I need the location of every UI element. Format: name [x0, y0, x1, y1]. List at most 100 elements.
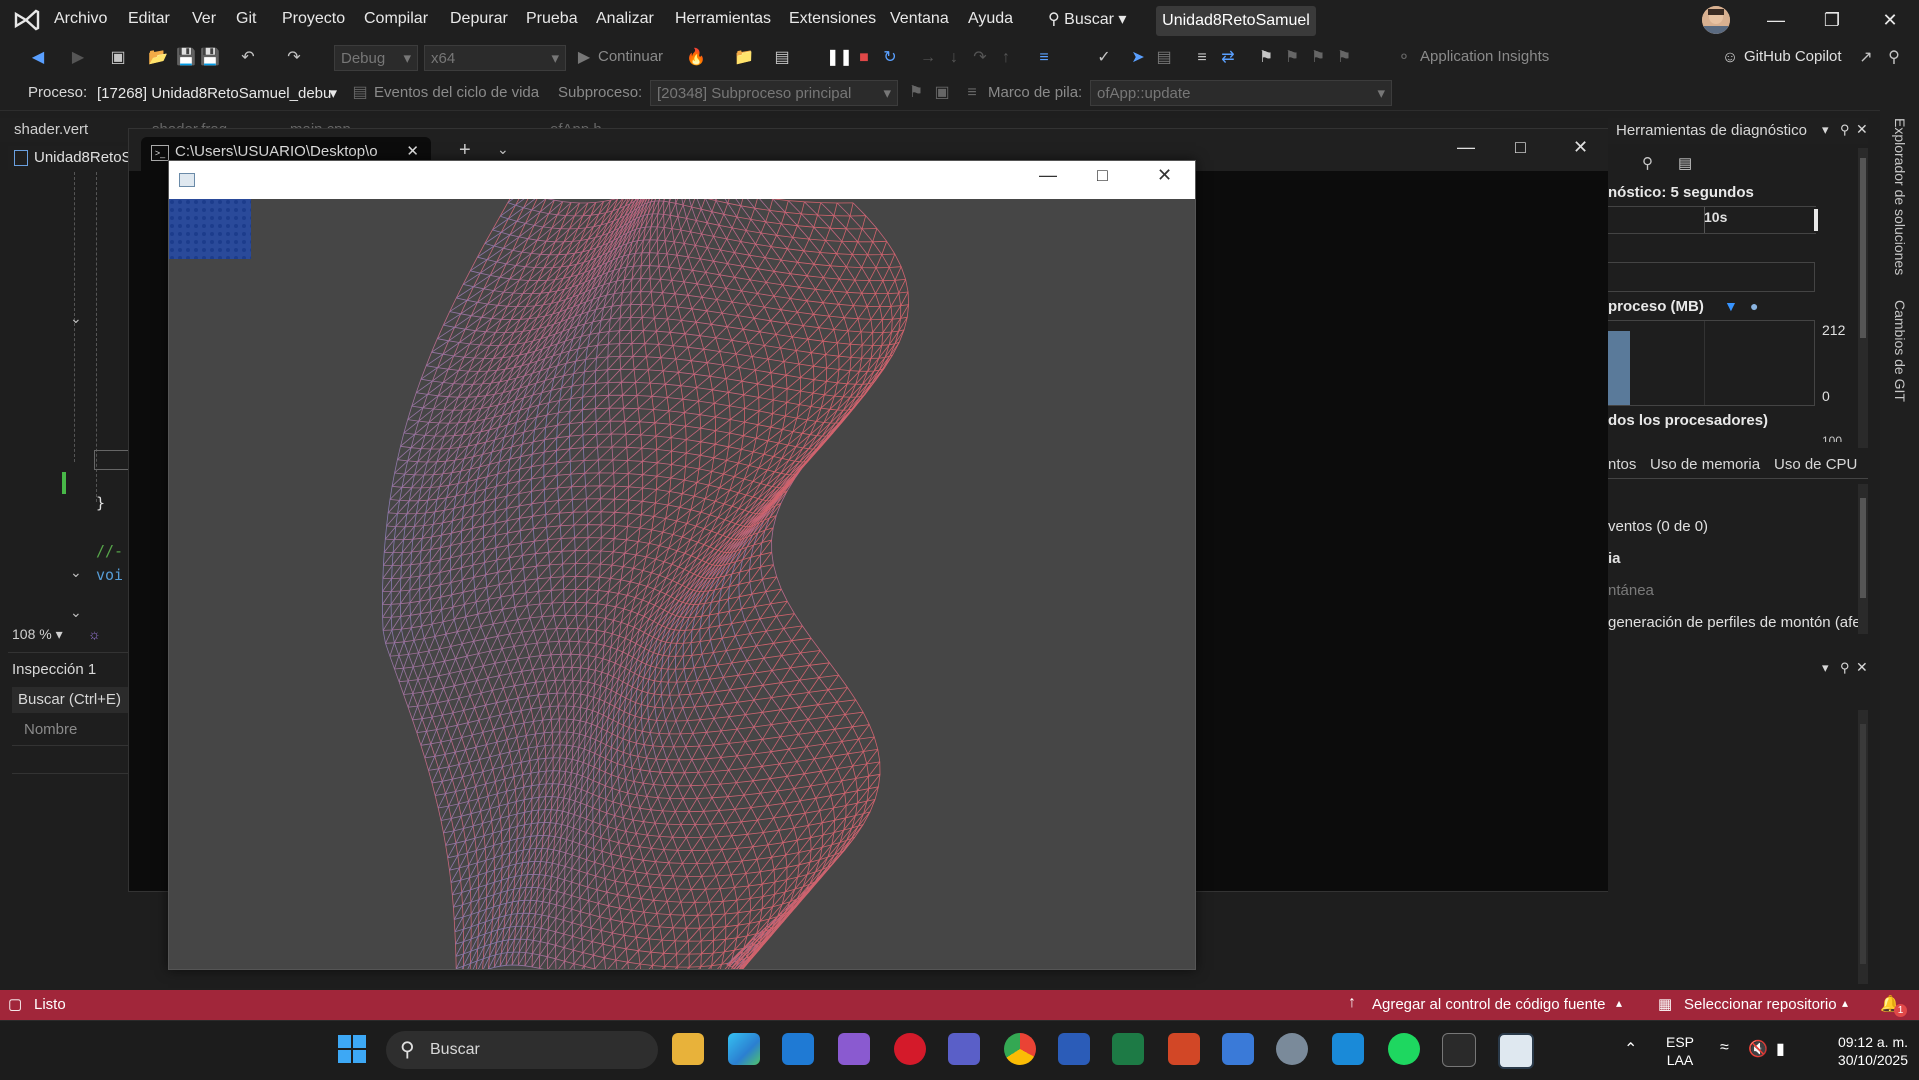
restore-button[interactable]: ❐	[1818, 8, 1846, 32]
active-document-tab[interactable]: Unidad8RetoS	[8, 146, 132, 170]
system-clock[interactable]: 09:12 a. m. 30/10/2025	[1808, 1033, 1908, 1069]
volume-muted-icon[interactable]: 🔇	[1748, 1039, 1768, 1059]
teams-icon[interactable]	[948, 1033, 980, 1065]
collapse-chevron-icon[interactable]: ⌄	[70, 604, 82, 621]
feedback-icon[interactable]: ⚲	[1884, 48, 1904, 68]
chrome-icon[interactable]	[1004, 1033, 1036, 1065]
pin-icon[interactable]: ⚲	[1840, 122, 1850, 138]
solution-explorer-tab[interactable]: Explorador de soluciones	[1892, 118, 1908, 275]
bookmark-icon[interactable]: ⚑	[1256, 48, 1276, 68]
menu-depurar[interactable]: Depurar	[450, 10, 508, 28]
menu-analizar[interactable]: Analizar	[596, 10, 654, 28]
app-minimize-button[interactable]: —	[1039, 165, 1057, 186]
close-button[interactable]: ✕	[1876, 8, 1904, 32]
save-all-icon[interactable]: 💾	[200, 48, 220, 68]
tab-events[interactable]: ntos	[1608, 456, 1636, 473]
app-maximize-button[interactable]: □	[1097, 165, 1108, 186]
minimize-button[interactable]: —	[1762, 8, 1790, 32]
add-source-control-button[interactable]: Agregar al control de código fuente	[1372, 996, 1606, 1013]
hot-reload-icon[interactable]: 🔥	[686, 48, 706, 68]
open-folder-icon[interactable]: 📂	[148, 48, 168, 68]
stop-icon[interactable]: ■	[854, 48, 874, 68]
store-icon[interactable]	[1222, 1033, 1254, 1065]
zoom-out-icon[interactable]: ⚲	[1642, 154, 1653, 172]
chevron-up-icon[interactable]: ⌃	[1624, 1039, 1637, 1059]
indent-icon[interactable]: ≡	[1192, 48, 1212, 68]
collapse-chevron-icon[interactable]: ⌄	[70, 310, 82, 327]
menu-compilar[interactable]: Compilar	[364, 10, 428, 28]
navigate-forward-icon[interactable]: ▶	[68, 48, 88, 68]
zoom-level-select[interactable]: 108 % ▾	[12, 626, 63, 643]
restart-icon[interactable]: ↻	[880, 48, 900, 68]
window-icon[interactable]: ▤	[1154, 48, 1174, 68]
tab-memory-usage[interactable]: Uso de memoria	[1650, 456, 1760, 473]
next-bookmark-icon[interactable]: ⚑	[1308, 48, 1328, 68]
prev-bookmark-icon[interactable]: ⚑	[1282, 48, 1302, 68]
bar-chart-icon[interactable]: ▤	[1678, 154, 1692, 172]
play-icon[interactable]: ▶	[574, 48, 594, 68]
collapse-chevron-icon[interactable]: ⌄	[70, 564, 82, 581]
render-canvas[interactable]	[169, 199, 1195, 969]
chevron-down-icon[interactable]: ⌄	[497, 141, 509, 158]
config-select[interactable]: Debug ▾	[334, 45, 418, 71]
visual-studio-icon[interactable]	[838, 1033, 870, 1065]
visual-studio-logo-icon[interactable]	[12, 6, 42, 34]
chevron-down-icon[interactable]: ▾	[1822, 122, 1829, 138]
thread-select[interactable]: [20348] Subproceso principal ▾	[650, 80, 898, 106]
menu-git[interactable]: Git	[236, 10, 256, 28]
share-icon[interactable]: ↗	[1856, 48, 1876, 68]
copilot-icon[interactable]: ☼	[88, 626, 101, 642]
code-map-icon[interactable]: ≡	[1034, 48, 1054, 68]
clear-bookmarks-icon[interactable]: ⚑	[1334, 48, 1354, 68]
lifecycle-events-button[interactable]: Eventos del ciclo de vida	[374, 80, 539, 106]
navigate-back-icon[interactable]: ◀	[28, 48, 48, 68]
pin-icon[interactable]: ⚲	[1840, 660, 1850, 676]
step-out-icon[interactable]: ↑	[996, 48, 1016, 68]
stack-frame-select[interactable]: ofApp::update ▾	[1090, 80, 1392, 106]
continue-button[interactable]: Continuar	[598, 44, 663, 70]
app-icon[interactable]	[1332, 1033, 1364, 1065]
settings-gear-icon[interactable]	[1276, 1033, 1308, 1065]
opera-icon[interactable]	[894, 1033, 926, 1065]
threads-icon[interactable]: ▣	[932, 83, 952, 103]
events-count[interactable]: ventos (0 de 0)	[1608, 518, 1708, 535]
search-button[interactable]: ⚲ Buscar ▾	[1048, 6, 1126, 34]
timeline-cursor[interactable]	[1814, 209, 1818, 231]
snapshot-icon[interactable]: ●	[1750, 298, 1758, 314]
layout-icon[interactable]: ▤	[772, 48, 792, 68]
chevron-down-icon[interactable]: ▾	[1822, 660, 1829, 676]
file-explorer-icon[interactable]	[672, 1033, 704, 1065]
code-editor[interactable]: ⌄ } //- ⌄ voi ⌄	[8, 172, 130, 624]
edge-browser-icon[interactable]	[728, 1033, 760, 1065]
take-snapshot-button[interactable]: ntánea	[1608, 582, 1654, 599]
vscode-icon[interactable]	[782, 1033, 814, 1065]
scrollbar[interactable]	[1858, 710, 1868, 984]
app-insights-button[interactable]: Application Insights	[1420, 44, 1549, 70]
spell-check-icon[interactable]: ✓	[1094, 48, 1114, 68]
scrollbar[interactable]	[1858, 484, 1868, 634]
excel-icon[interactable]	[1112, 1033, 1144, 1065]
platform-select[interactable]: x64 ▾	[424, 45, 566, 71]
close-icon[interactable]: ✕	[1856, 121, 1868, 138]
comment-icon[interactable]: ⇄	[1218, 48, 1238, 68]
menu-archivo[interactable]: Archivo	[54, 10, 107, 28]
menu-ayuda[interactable]: Ayuda	[968, 10, 1013, 28]
copilot-icon[interactable]: ☺	[1720, 48, 1740, 68]
folder-icon[interactable]: 📁	[734, 48, 754, 68]
tab-shader-vert[interactable]: shader.vert	[6, 118, 96, 142]
console-minimize-button[interactable]: —	[1457, 137, 1475, 158]
menu-herramientas[interactable]: Herramientas	[675, 10, 771, 28]
app-titlebar[interactable]: — □ ✕	[169, 161, 1195, 199]
console-maximize-button[interactable]: □	[1515, 137, 1526, 158]
input-language[interactable]: ESP LAA	[1662, 1033, 1698, 1069]
new-project-icon[interactable]: ▣	[108, 48, 128, 68]
tab-cpu-usage[interactable]: Uso de CPU	[1774, 456, 1857, 473]
step-into-icon[interactable]: ↓	[944, 48, 964, 68]
step-over-icon[interactable]: ↷	[970, 48, 990, 68]
battery-icon[interactable]: ▮	[1776, 1039, 1785, 1059]
pause-icon[interactable]: ❚❚	[826, 48, 853, 68]
new-tab-icon[interactable]: +	[459, 139, 471, 162]
heap-profiling-option[interactable]: generación de perfiles de montón (afec	[1608, 614, 1868, 631]
save-icon[interactable]: 💾	[176, 48, 196, 68]
powerpoint-icon[interactable]	[1168, 1033, 1200, 1065]
